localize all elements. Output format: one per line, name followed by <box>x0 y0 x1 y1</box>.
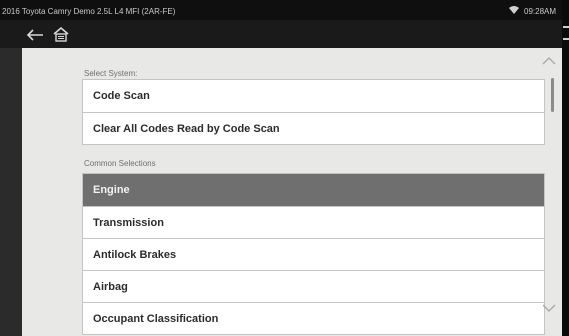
list-item-antilock-brakes[interactable]: Antilock Brakes <box>83 238 544 270</box>
common-selections-list: Engine Transmission Antilock Brakes Airb… <box>82 173 545 335</box>
select-system-label: Select System: <box>84 69 138 78</box>
home-icon[interactable] <box>52 26 70 42</box>
wifi-icon <box>509 6 519 14</box>
vehicle-title: 2016 Toyota Camry Demo 2.5L L4 MFI (2AR-… <box>2 7 176 16</box>
nav-bar <box>0 20 562 48</box>
device-edge <box>562 0 569 336</box>
select-system-list: Code Scan Clear All Codes Read by Code S… <box>82 79 545 145</box>
list-item-code-scan[interactable]: Code Scan <box>83 80 544 112</box>
clock-time: 09:28AM <box>524 7 557 16</box>
list-item-engine[interactable]: Engine <box>83 174 544 206</box>
list-item-clear-all-codes[interactable]: Clear All Codes Read by Code Scan <box>83 112 544 144</box>
scrollbar-thumb[interactable] <box>551 78 554 112</box>
list-item-transmission[interactable]: Transmission <box>83 206 544 238</box>
menu-icon[interactable] <box>563 26 569 40</box>
common-selections-label: Common Selections <box>84 159 156 168</box>
list-item-occupant-classification[interactable]: Occupant Classification <box>83 302 544 334</box>
status-bar: 2016 Toyota Camry Demo 2.5L L4 MFI (2AR-… <box>0 0 562 20</box>
scroll-up-icon[interactable] <box>542 57 556 65</box>
scroll-down-icon[interactable] <box>542 304 556 312</box>
back-arrow-icon[interactable] <box>26 28 44 42</box>
system-menu: Select System: Code Scan Clear All Codes… <box>22 48 562 336</box>
list-item-airbag[interactable]: Airbag <box>83 270 544 302</box>
